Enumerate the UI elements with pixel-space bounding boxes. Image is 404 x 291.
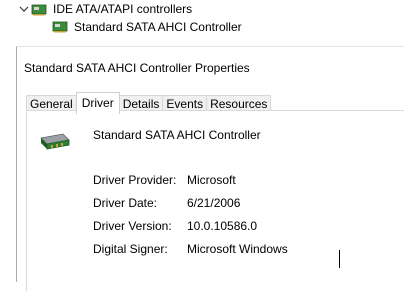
- dialog-title: Standard SATA AHCI Controller Properties: [24, 61, 250, 75]
- driver-date-label: Driver Date:: [93, 196, 158, 210]
- driver-date-value: 6/21/2006: [187, 196, 241, 210]
- tree-node-ide-controllers[interactable]: IDE ATA/ATAPI controllers: [17, 2, 192, 16]
- tree-parent-label: IDE ATA/ATAPI controllers: [53, 2, 193, 16]
- driver-provider-label: Driver Provider:: [93, 173, 177, 187]
- device-chip-icon: [39, 130, 71, 157]
- tree-child-label: Standard SATA AHCI Controller: [74, 20, 242, 34]
- tab-driver[interactable]: Driver: [75, 92, 120, 114]
- digital-signer-label: Digital Signer:: [93, 242, 168, 256]
- driver-version-label: Driver Version:: [93, 219, 172, 233]
- driver-version-value: 10.0.10586.0: [187, 219, 258, 233]
- driver-provider-value: Microsoft: [187, 173, 236, 187]
- text-cursor: [339, 250, 340, 268]
- tree-node-sata-controller[interactable]: Standard SATA AHCI Controller: [52, 20, 242, 34]
- chevron-down-icon[interactable]: [17, 3, 31, 15]
- ide-controller-icon: [31, 2, 47, 16]
- driver-tab-panel: Standard SATA AHCI Controller Driver Pro…: [26, 110, 404, 291]
- properties-dialog: Standard SATA AHCI Controller Properties…: [16, 46, 404, 291]
- digital-signer-value: Microsoft Windows: [187, 242, 288, 256]
- sata-controller-icon: [52, 20, 68, 34]
- device-name: Standard SATA AHCI Controller: [93, 128, 261, 142]
